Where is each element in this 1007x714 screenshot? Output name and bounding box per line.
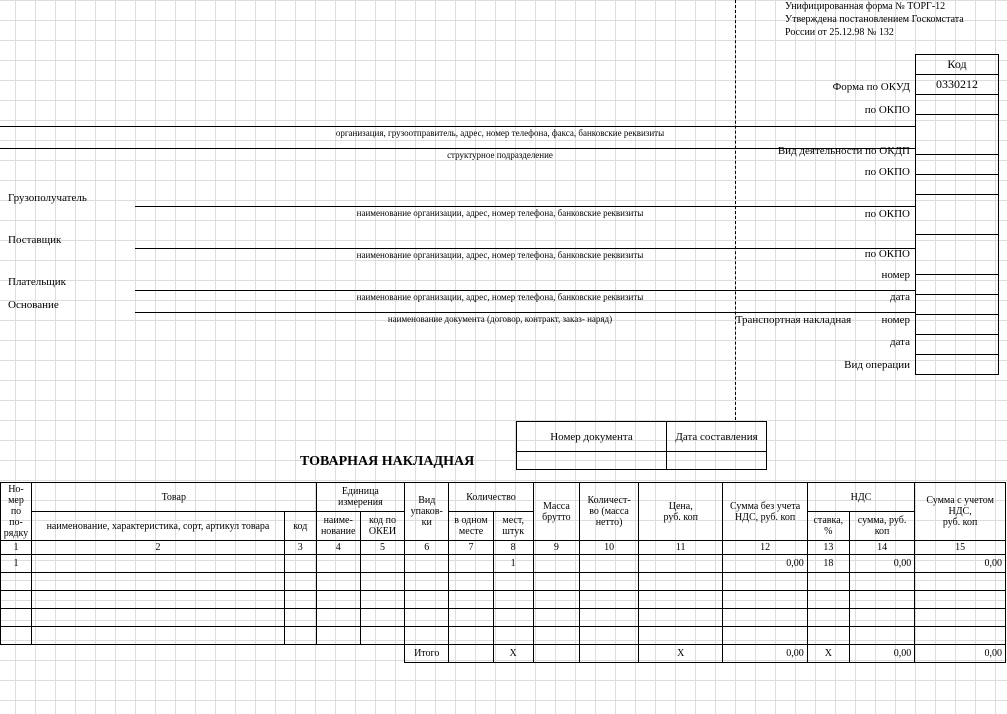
th-kod: код	[284, 512, 316, 541]
th-mest: мест, штук	[493, 512, 533, 541]
okpo-value-1	[916, 95, 999, 115]
label-platelshik: Плательщик	[8, 276, 128, 288]
caption-naim-1: наименование организации, адрес, номер т…	[200, 208, 800, 218]
total-summa-s: 0,00	[915, 645, 1006, 663]
label-nomer-2: номер	[881, 314, 910, 326]
spreadsheet-form: Унифицированная форма № ТОРГ-12 Утвержде…	[0, 0, 1007, 714]
total-x-2: X	[639, 645, 723, 663]
th-v-odnom: в одном месте	[449, 512, 493, 541]
underline-1	[0, 126, 915, 127]
main-table: Но- мер по по- рядку Товар Единица измер…	[0, 482, 1006, 663]
th-summa-bez: Сумма без учета НДС, руб. коп	[723, 483, 807, 541]
header-line-2: Утверждена постановлением Госкомстата	[785, 13, 1000, 26]
label-gruzopoluchatel: Грузополучатель	[8, 192, 128, 204]
underline-6	[135, 312, 915, 313]
table-row	[1, 609, 1006, 627]
underline-5	[135, 290, 915, 291]
underline-3	[135, 206, 915, 207]
doc-box: Номер документа Дата составления	[516, 421, 767, 470]
caption-naim-3: наименование организации, адрес, номер т…	[200, 292, 800, 302]
label-okpo-2: по ОКПО	[690, 161, 912, 184]
trans-data-value	[916, 335, 999, 355]
th-ed-izm: Единица измерения	[316, 483, 405, 512]
caption-struct: структурное подразделение	[200, 150, 800, 160]
th-naim: наименование, характеристика, сорт, арти…	[31, 512, 284, 541]
cell-mest: 1	[493, 555, 533, 573]
vid-oper-value	[916, 355, 999, 375]
label-osnovanie: Основание	[8, 299, 128, 311]
label-postavshik: Поставщик	[8, 234, 128, 246]
th-cena: Цена, руб. коп	[639, 483, 723, 541]
underline-4	[135, 248, 915, 249]
th-kolichestvo: Количество	[449, 483, 533, 512]
table-row	[1, 591, 1006, 609]
underline-2	[0, 148, 915, 149]
doc-nomer-label: Номер документа	[517, 422, 667, 452]
okdp-value	[916, 155, 999, 175]
th-massa-brutto: Масса брутто	[533, 483, 579, 541]
okpo-value-2	[916, 175, 999, 195]
code-block: Код 0330212	[915, 54, 999, 375]
cell-no: 1	[1, 555, 32, 573]
doc-data-value	[667, 452, 767, 470]
caption-org: организация, грузоотправитель, адрес, но…	[200, 128, 800, 138]
th-kod-okei: код по ОКЕИ	[360, 512, 404, 541]
doc-data-label: Дата составления	[667, 422, 767, 452]
total-row: Итого X X 0,00 X 0,00 0,00	[1, 645, 1006, 663]
cell-summa-bez: 0,00	[723, 555, 807, 573]
th-kolich-netto: Количест- во (масса нетто)	[580, 483, 639, 541]
okpo-value-4	[916, 235, 999, 275]
total-label: Итого	[405, 645, 449, 663]
header-line-3: России от 25.12.98 № 132	[785, 26, 1000, 39]
column-number-row: 1 2 3 4 5 6 7 8 9 10 11 12 13 14 15	[1, 541, 1006, 555]
cell-summa-s: 0,00	[915, 555, 1006, 573]
okpo-value-3	[916, 195, 999, 235]
th-no: Но- мер по по- рядку	[1, 483, 32, 541]
label-okpo-1: по ОКПО	[690, 99, 912, 122]
label-data-2: дата	[690, 331, 912, 354]
okud-value: 0330212	[916, 75, 999, 95]
doc-nomer-value	[517, 452, 667, 470]
th-stavka: ставка, %	[807, 512, 849, 541]
empty-code-cell	[916, 115, 999, 155]
trans-nomer-value	[916, 315, 999, 335]
cell-stavka: 18	[807, 555, 849, 573]
right-labels: Форма по ОКУД по ОКПО Вид деятельности п…	[690, 76, 912, 376]
form-header: Унифицированная форма № ТОРГ-12 Утвержде…	[785, 0, 1000, 39]
total-summa-bez: 0,00	[723, 645, 807, 663]
label-nomer-1: номер	[690, 264, 912, 287]
caption-doc: наименование документа (договор, контрак…	[200, 314, 800, 324]
caption-naim-2: наименование организации, адрес, номер т…	[200, 250, 800, 260]
label-forma-okud: Форма по ОКУД	[690, 76, 912, 99]
table-row: 1 1 0,00 18 0,00 0,00	[1, 555, 1006, 573]
data-value-1	[916, 295, 999, 315]
th-summa-nds: сумма, руб. коп	[849, 512, 914, 541]
total-x-1: X	[493, 645, 533, 663]
total-summa-nds: 0,00	[849, 645, 914, 663]
document-title: ТОВАРНАЯ НАКЛАДНАЯ	[300, 454, 474, 470]
cell-summa-nds: 0,00	[849, 555, 914, 573]
th-tovar: Товар	[31, 483, 316, 512]
total-stavka: X	[807, 645, 849, 663]
th-summa-s: Сумма с учетом НДС, руб. коп	[915, 483, 1006, 541]
th-nds: НДС	[807, 483, 915, 512]
label-vid-oper: Вид операции	[690, 354, 912, 377]
header-line-1: Унифицированная форма № ТОРГ-12	[785, 0, 1000, 13]
code-header: Код	[916, 55, 999, 75]
th-vid-upak: Вид упаков- ки	[405, 483, 449, 541]
table-row	[1, 627, 1006, 645]
table-row	[1, 573, 1006, 591]
nomer-value-1	[916, 275, 999, 295]
th-naim-ed: наиме- нование	[316, 512, 360, 541]
